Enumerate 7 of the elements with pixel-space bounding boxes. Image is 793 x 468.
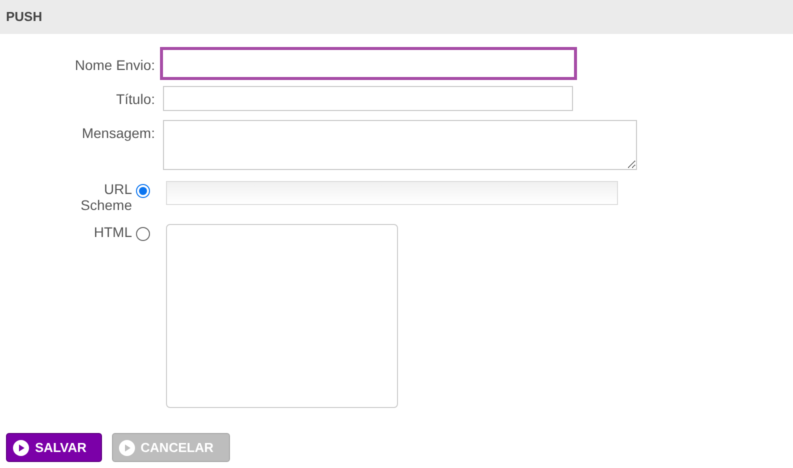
page-title: PUSH bbox=[6, 8, 42, 26]
field-label: Mensagem: bbox=[82, 124, 155, 143]
option-label: URL Scheme bbox=[80, 181, 132, 213]
field-label: Nome Envio: bbox=[74, 56, 155, 75]
field-label: Título: bbox=[116, 90, 155, 109]
save-button[interactable]: SALVAR bbox=[6, 433, 102, 462]
option-label: HTML bbox=[92, 224, 132, 240]
